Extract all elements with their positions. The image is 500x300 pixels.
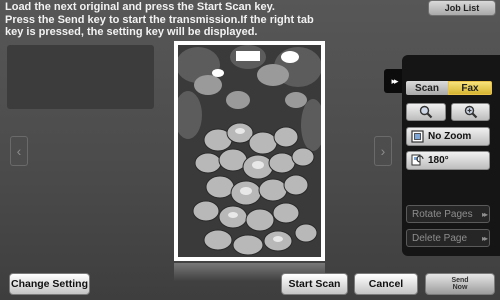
start-scan-button[interactable]: Start Scan: [281, 273, 348, 295]
scanned-page-preview: [174, 41, 325, 261]
job-list-button[interactable]: Job List: [428, 0, 496, 16]
next-page-button[interactable]: ›: [374, 136, 392, 166]
tab-fax[interactable]: Fax: [448, 81, 492, 95]
change-setting-button[interactable]: Change Setting: [9, 273, 90, 295]
double-chevron-right-icon: ▸▸: [481, 209, 488, 219]
send-now-label-line-2: Now: [452, 284, 468, 291]
scan-preview-screen: Load the next original and press the Sta…: [0, 0, 500, 300]
rotate-pages-button[interactable]: Rotate Pages ▸▸: [406, 205, 490, 223]
rotate-page-icon: [411, 154, 424, 166]
zoom-out-button[interactable]: [406, 103, 446, 121]
panel-expand-tab[interactable]: ▸▸: [384, 69, 404, 93]
zoom-out-icon: [419, 105, 433, 119]
no-zoom-button[interactable]: No Zoom: [406, 127, 490, 146]
rotate-180-label: 180°: [428, 155, 449, 166]
previous-page-button[interactable]: ‹: [10, 136, 28, 166]
send-now-button[interactable]: Send Now: [425, 273, 495, 295]
double-chevron-right-icon: ▸▸: [481, 233, 488, 243]
fit-page-icon: [411, 130, 424, 143]
zoom-in-button[interactable]: [451, 103, 490, 121]
double-chevron-right-icon: ▸▸: [391, 75, 398, 86]
delete-page-button[interactable]: Delete Page ▸▸: [406, 229, 490, 247]
no-zoom-label: No Zoom: [428, 131, 472, 142]
delete-page-label: Delete Page: [412, 232, 468, 244]
chevron-left-icon: ‹: [16, 143, 22, 159]
thumbnail-area: [7, 45, 154, 109]
instruction-line-1: Load the next original and press the Sta…: [5, 1, 275, 13]
zoom-in-icon: [464, 105, 477, 119]
instruction-line-2: Press the Send key to start the transmis…: [5, 13, 314, 26]
instruction-line-3: key is pressed, the setting key will be …: [5, 26, 258, 38]
tab-scan[interactable]: Scan: [406, 81, 448, 95]
instruction-message: Load the next original and press the Sta…: [5, 1, 400, 39]
send-now-label-line-1: Send: [451, 277, 469, 284]
rotate-pages-label: Rotate Pages: [412, 208, 473, 220]
hydrangea-image: [178, 45, 321, 257]
rotate-180-button[interactable]: 180°: [406, 151, 490, 170]
chevron-right-icon: ›: [380, 143, 386, 159]
cancel-button[interactable]: Cancel: [354, 273, 418, 295]
mode-tabs: Scan Fax: [406, 81, 492, 95]
